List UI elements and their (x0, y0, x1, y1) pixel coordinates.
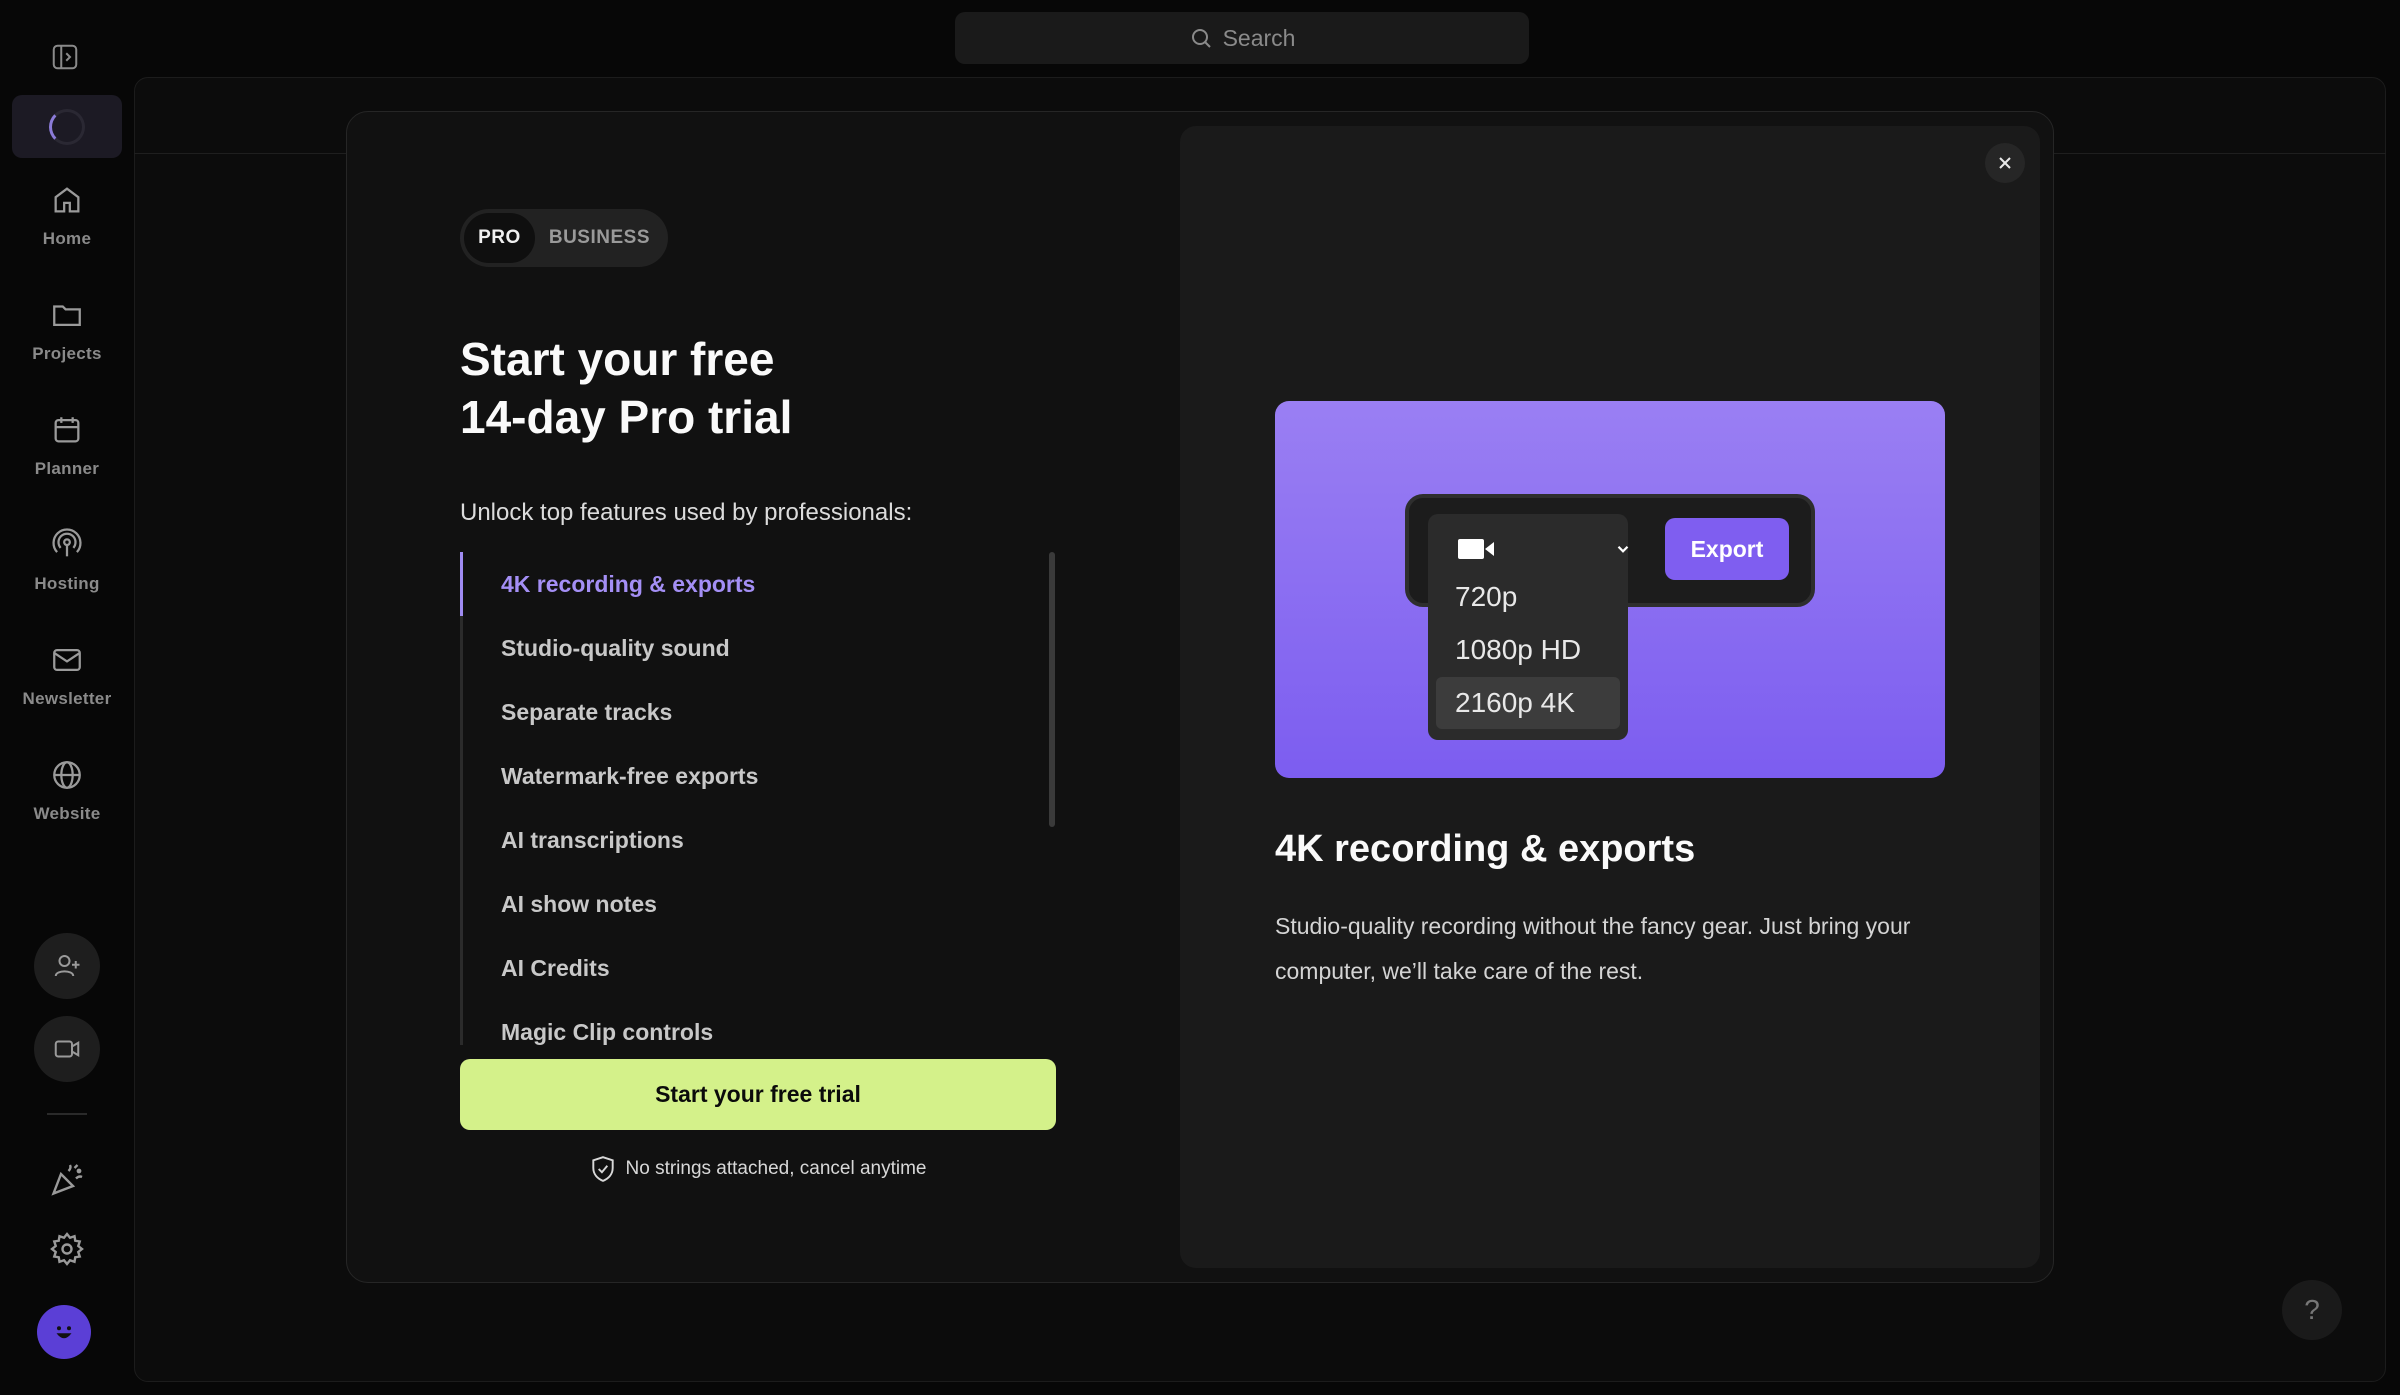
whats-new-button[interactable] (44, 1157, 90, 1203)
dropdown-option: 720p (1455, 581, 1518, 612)
party-popper-icon (51, 1164, 83, 1196)
sidebar-item-projects[interactable]: Projects (0, 298, 134, 388)
feature-item[interactable]: AI transcriptions (501, 827, 684, 854)
sidebar-toggle-icon[interactable] (50, 42, 84, 72)
globe-icon (53, 761, 81, 789)
sidebar-item-newsletter[interactable]: Newsletter (0, 643, 134, 733)
spinner-icon (49, 108, 85, 145)
shield-check-icon (591, 1156, 614, 1182)
dropdown-option: 1080p HD (1455, 634, 1582, 665)
app-root: Home Projects Planner Hosting Newsletter… (0, 0, 2400, 1395)
trial-note: No strings attached, cancel anytime (460, 1155, 1056, 1183)
feature-track (460, 552, 463, 1045)
sidebar-divider (47, 1113, 87, 1115)
smiley-icon (56, 1326, 72, 1339)
feature-list-scrollbar[interactable] (1049, 552, 1055, 827)
feature-item[interactable]: AI Credits (501, 955, 610, 982)
sidebar-item-home[interactable]: Home (0, 183, 134, 273)
title-line-2: 14-day Pro trial (460, 391, 793, 443)
mail-icon (53, 648, 81, 672)
add-user-icon (54, 955, 80, 977)
feature-active-indicator (460, 552, 463, 616)
illustration-export-button: Export (1665, 518, 1789, 580)
close-icon (1999, 157, 2011, 169)
tab-business[interactable]: BUSINESS (535, 213, 664, 263)
modal-subtitle: Unlock top features used by professional… (460, 499, 913, 526)
loading-indicator (12, 95, 122, 158)
settings-button[interactable] (44, 1226, 90, 1272)
calendar-icon (54, 417, 80, 443)
gear-icon (50, 1232, 84, 1266)
home-icon (54, 187, 80, 213)
sidebar-item-label: Planner (34, 459, 100, 478)
sidebar-item-hosting[interactable]: Hosting (0, 528, 134, 618)
feature-item[interactable]: Watermark-free exports (501, 763, 758, 790)
feature-detail-title: 4K recording & exports (1275, 828, 1696, 870)
sidebar-item-label: Projects (32, 344, 102, 363)
feature-item[interactable]: AI show notes (501, 891, 657, 918)
sidebar-item-website[interactable]: Website (0, 758, 134, 848)
video-camera-icon (54, 1040, 80, 1058)
chevron-down-icon (1617, 545, 1629, 553)
dropdown-header (1456, 534, 1629, 564)
podcast-icon (52, 528, 82, 557)
feature-illustration: Export 720p 1080p HD 2160p 4K (1275, 401, 1945, 778)
sidebar-item-planner[interactable]: Planner (0, 413, 134, 503)
feature-item[interactable]: Separate tracks (501, 699, 672, 726)
search-icon (1191, 29, 1211, 48)
sidebar-item-label: Hosting (34, 574, 100, 593)
help-button[interactable]: ? (2282, 1280, 2342, 1340)
close-button[interactable] (1985, 143, 2025, 183)
feature-list: 4K recording & exports Studio-quality so… (460, 552, 1060, 1045)
modal-title: Start your free 14-day Pro trial (460, 330, 792, 446)
dropdown-option-selected: 2160p 4K (1436, 677, 1620, 729)
start-trial-button[interactable]: Start your free trial (460, 1059, 1056, 1130)
feature-item[interactable]: 4K recording & exports (501, 571, 755, 598)
invite-user-button[interactable] (34, 933, 100, 999)
avatar[interactable] (37, 1305, 91, 1359)
sidebar: Home Projects Planner Hosting Newsletter… (0, 0, 134, 1395)
trial-note-text: No strings attached, cancel anytime (625, 1158, 927, 1179)
video-camera-icon (1458, 539, 1494, 559)
record-button[interactable] (34, 1016, 100, 1082)
sidebar-item-label: Newsletter (22, 689, 112, 708)
feature-item[interactable]: Magic Clip controls (501, 1019, 713, 1045)
folder-icon (53, 305, 81, 327)
search-placeholder: Search (1222, 24, 1296, 51)
feature-detail-description: Studio-quality recording without the fan… (1275, 913, 1911, 984)
tab-pro[interactable]: PRO (464, 213, 535, 263)
sidebar-item-label: Home (42, 229, 92, 248)
sidebar-item-label: Website (33, 804, 101, 823)
search-bar[interactable]: Search (955, 12, 1529, 64)
plan-toggle: PRO BUSINESS (460, 209, 668, 267)
feature-item[interactable]: Studio-quality sound (501, 635, 730, 662)
illustration-quality-dropdown: 720p 1080p HD 2160p 4K (1428, 514, 1629, 740)
title-line-1: Start your free (460, 333, 775, 385)
